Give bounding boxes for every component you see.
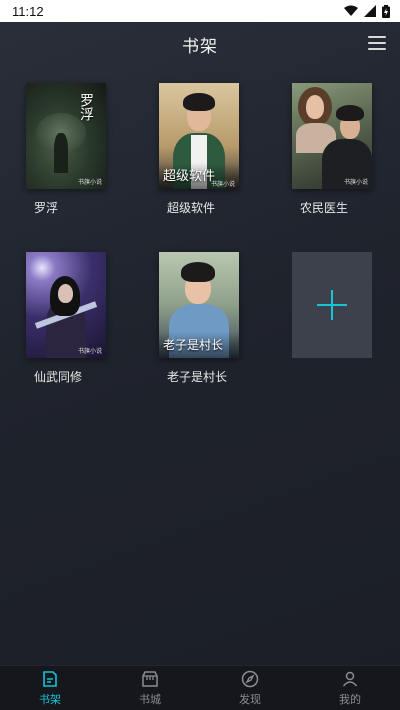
bookshelf-grid: 罗浮 书旗小说 罗浮 超级软件 书旗小说 超级软件 书旗小说 农民医生 书旗小说… (0, 66, 400, 666)
book-item[interactable]: 书旗小说 仙武同修 (26, 252, 116, 385)
store-icon (142, 671, 158, 687)
battery-icon (382, 4, 390, 18)
book-item[interactable]: 罗浮 书旗小说 罗浮 (26, 83, 116, 216)
status-time: 11:12 (12, 3, 44, 19)
user-icon (342, 671, 358, 687)
page-title: 书架 (182, 36, 218, 57)
tab-label: 书城 (139, 693, 161, 706)
cover-stamp: 书旗小说 (77, 348, 102, 355)
book-title: 罗浮 (34, 201, 59, 215)
book-item[interactable]: 老子是村长 老子是村长 (159, 252, 249, 385)
book-cover: 老子是村长 (159, 252, 239, 358)
book-cover: 书旗小说 (292, 83, 372, 189)
bookshelf-icon (43, 671, 57, 687)
add-book-button[interactable] (292, 252, 372, 358)
cover-title: 超级软件 (163, 169, 216, 184)
signal-icon (364, 5, 376, 17)
book-item[interactable]: 超级软件 书旗小说 超级软件 (159, 83, 249, 216)
tab-profile[interactable]: 我的 (300, 666, 400, 710)
plus-icon (317, 290, 347, 320)
book-title: 超级软件 (167, 201, 216, 215)
compass-icon (241, 670, 259, 688)
tab-label: 我的 (339, 693, 361, 706)
book-cover: 超级软件 书旗小说 (159, 83, 239, 189)
menu-icon (368, 36, 386, 38)
app-header: 书架 (0, 22, 400, 66)
book-title: 农民医生 (300, 201, 349, 215)
status-bar: 11:12 (0, 0, 400, 22)
cover-title: 老子是村长 (163, 338, 224, 352)
book-cover: 罗浮 书旗小说 (26, 83, 106, 189)
tab-discover[interactable]: 发现 (200, 666, 300, 710)
book-title: 老子是村长 (167, 370, 228, 384)
status-icons (344, 4, 390, 18)
tab-bookshelf[interactable]: 书架 (0, 666, 100, 710)
tab-store[interactable]: 书城 (100, 666, 200, 710)
tab-label: 书架 (39, 693, 61, 706)
menu-button[interactable] (368, 34, 386, 52)
book-item[interactable]: 书旗小说 农民医生 (292, 83, 382, 216)
wifi-icon (344, 5, 358, 16)
book-cover: 书旗小说 (26, 252, 106, 358)
cover-title: 罗浮 (78, 93, 94, 121)
cover-stamp: 书旗小说 (343, 179, 368, 186)
cover-stamp: 书旗小说 (77, 179, 102, 186)
book-title: 仙武同修 (34, 370, 83, 384)
cover-stamp: 书旗小说 (210, 181, 235, 188)
bottom-tab-bar: 书架 书城 发现 我的 (0, 665, 400, 710)
tab-label: 发现 (239, 693, 261, 706)
